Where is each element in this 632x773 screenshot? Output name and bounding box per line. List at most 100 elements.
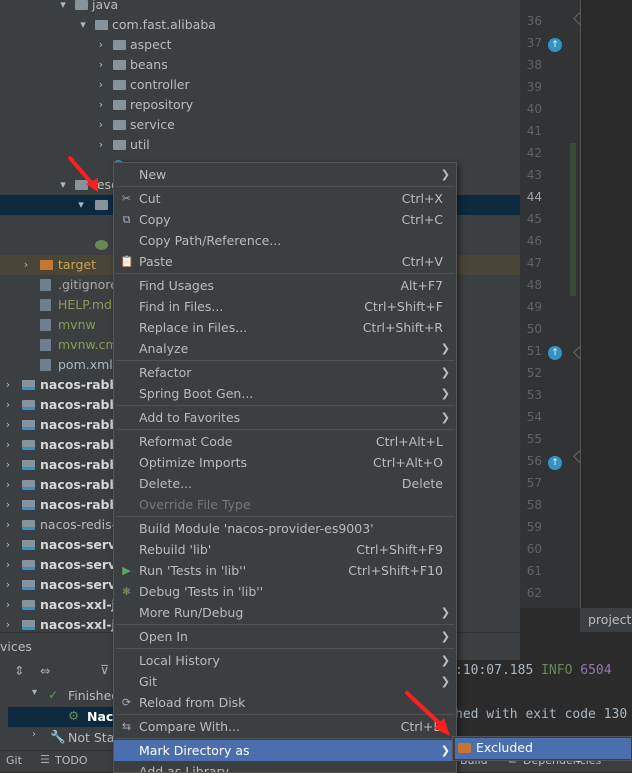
chevron-right-icon[interactable]: ›: [2, 615, 14, 632]
line-number: 38: [526, 58, 542, 72]
menu-item-add-to-favorites[interactable]: Add to Favorites ❯: [114, 407, 456, 428]
module-folder-icon: [22, 600, 35, 610]
menu-item-spring-boot-gen[interactable]: Spring Boot Gen... ❯: [114, 383, 456, 404]
chevron-right-icon: ❯: [440, 411, 450, 424]
implements-icon[interactable]: ↑: [548, 346, 562, 360]
tree-module-label: nacos-xxl-jo: [40, 597, 125, 612]
spring-icon: ⚙: [68, 708, 80, 723]
mark-directory-submenu[interactable]: Excluded: [452, 736, 632, 761]
chevron-right-icon[interactable]: ›: [2, 495, 14, 515]
change-marker[interactable]: [570, 143, 576, 296]
menu-item-find-in-files[interactable]: Find in Files... Ctrl+Shift+F: [114, 296, 456, 317]
chevron-right-icon[interactable]: ›: [2, 375, 14, 395]
line-number: 51: [526, 344, 542, 358]
chevron-down-icon[interactable]: ▾: [57, 0, 69, 15]
tree-row[interactable]: ▾ java: [0, 0, 520, 15]
menu-item-rebuild-lib[interactable]: Rebuild 'lib' Ctrl+Shift+F9: [114, 539, 456, 560]
wrench-icon: 🔧: [50, 729, 66, 744]
module-folder-icon: [22, 500, 35, 510]
chevron-right-icon[interactable]: ›: [95, 135, 107, 155]
chevron-right-icon[interactable]: ›: [95, 55, 107, 75]
line-number: 41: [526, 124, 542, 138]
menu-item-shortcut: Ctrl+Shift+F: [364, 299, 443, 314]
expand-icon[interactable]: ⇔: [40, 663, 50, 678]
project-tab[interactable]: project: [580, 608, 632, 632]
menu-item-build-module-nacos-provider-es9003[interactable]: Build Module 'nacos-provider-es9003': [114, 518, 456, 539]
menu-item-new[interactable]: New ❯: [114, 164, 456, 185]
chevron-right-icon[interactable]: ›: [95, 75, 107, 95]
menu-item-add-as-library[interactable]: Add as Library...: [114, 761, 456, 772]
menu-item-label: Add to Favorites: [139, 410, 241, 425]
chevron-right-icon[interactable]: ›: [2, 455, 14, 475]
chevron-right-icon[interactable]: ›: [2, 535, 14, 555]
menu-item-copy[interactable]: ⧉ Copy Ctrl+C: [114, 209, 456, 230]
chevron-right-icon[interactable]: ›: [2, 395, 14, 415]
menu-item-shortcut: Ctrl+C: [401, 212, 443, 227]
chevron-right-icon[interactable]: ›: [2, 415, 14, 435]
git-tab[interactable]: Git: [6, 754, 22, 767]
filter-icon[interactable]: ⊽: [100, 662, 109, 677]
finished-item[interactable]: ▾ ✓ Finished: [0, 686, 120, 706]
file-icon: [40, 319, 51, 331]
chevron-right-icon[interactable]: ›: [2, 435, 14, 455]
menu-item-open-in[interactable]: Open In ❯: [114, 626, 456, 647]
tree-row[interactable]: › beans: [0, 55, 520, 75]
menu-item-local-history[interactable]: Local History ❯: [114, 650, 456, 671]
implements-icon[interactable]: ↑: [548, 456, 562, 470]
chevron-right-icon[interactable]: ›: [2, 595, 14, 615]
collapse-icon[interactable]: ⇕: [14, 663, 24, 678]
menu-item-refactor[interactable]: Refactor ❯: [114, 362, 456, 383]
tree-row[interactable]: › service: [0, 115, 520, 135]
menu-item-mark-directory-as[interactable]: Mark Directory as ❯: [114, 740, 456, 761]
tree-row[interactable]: ▾ com.fast.alibaba: [0, 15, 520, 35]
line-number: 46: [526, 234, 542, 248]
menu-item-cut[interactable]: ✂ Cut Ctrl+X: [114, 188, 456, 209]
menu-item-find-usages[interactable]: Find Usages Alt+F7: [114, 275, 456, 296]
menu-item-run-tests-in-lib[interactable]: ▶ Run 'Tests in 'lib'' Ctrl+Shift+F10: [114, 560, 456, 581]
tree-row[interactable]: › repository: [0, 95, 520, 115]
tree-row[interactable]: › aspect: [0, 35, 520, 55]
implements-icon[interactable]: ↑: [548, 38, 562, 52]
menu-item-more-run-debug[interactable]: More Run/Debug ❯: [114, 602, 456, 623]
menu-item-debug-tests-in-lib[interactable]: ✱ Debug 'Tests in 'lib'': [114, 581, 456, 602]
menu-item-override-file-type: Override File Type: [114, 494, 456, 515]
chevron-right-icon[interactable]: ›: [95, 115, 107, 135]
tree-row[interactable]: › controller: [0, 75, 520, 95]
todo-tab[interactable]: TODO: [55, 754, 88, 767]
chevron-right-icon[interactable]: ›: [95, 95, 107, 115]
menu-item-optimize-imports[interactable]: Optimize Imports Ctrl+Alt+O: [114, 452, 456, 473]
module-folder-icon: [22, 380, 35, 390]
chevron-right-icon[interactable]: ›: [2, 555, 14, 575]
menu-item-label: Reformat Code: [139, 434, 233, 449]
menu-item-paste[interactable]: 📋 Paste Ctrl+V: [114, 251, 456, 272]
line-number: 58: [526, 498, 542, 512]
menu-separator: [116, 405, 454, 406]
menu-item-shortcut: Ctrl+X: [401, 191, 443, 206]
excluded-item[interactable]: Excluded: [455, 738, 631, 759]
editor-area[interactable]: [580, 0, 632, 608]
chevron-right-icon[interactable]: ›: [95, 35, 107, 55]
menu-item-delete[interactable]: Delete... Delete: [114, 473, 456, 494]
menu-item-git[interactable]: Git ❯: [114, 671, 456, 692]
menu-item-analyze[interactable]: Analyze ❯: [114, 338, 456, 359]
reload-icon: ⟳: [121, 696, 132, 709]
menu-item-replace-in-files[interactable]: Replace in Files... Ctrl+Shift+R: [114, 317, 456, 338]
menu-item-label: Open In: [139, 629, 188, 644]
chevron-down-icon[interactable]: ▾: [75, 195, 87, 215]
context-menu[interactable]: New ❯ ✂ Cut Ctrl+X ⧉ Copy Ctrl+C Copy Path/Refer…: [113, 162, 457, 773]
tree-row[interactable]: › util: [0, 135, 520, 155]
chevron-right-icon[interactable]: ›: [2, 515, 14, 535]
menu-item-label: Cut: [139, 191, 161, 206]
menu-item-reformat-code[interactable]: Reformat Code Ctrl+Alt+L: [114, 431, 456, 452]
chevron-right-icon[interactable]: ›: [2, 475, 14, 495]
chevron-down-icon[interactable]: ▾: [77, 15, 89, 35]
selected-service-item[interactable]: ⚙ Naco: [8, 707, 122, 727]
chevron-right-icon[interactable]: ›: [20, 255, 32, 275]
spring-icon: [95, 240, 108, 250]
chevron-right-icon[interactable]: ›: [2, 575, 14, 595]
menu-item-shortcut: Ctrl+Shift+F9: [356, 542, 443, 557]
not-started-item[interactable]: › 🔧 Not Sta: [0, 728, 120, 748]
menu-item-shortcut: Ctrl+Alt+O: [373, 455, 443, 470]
folder-icon: [113, 40, 126, 50]
menu-item-copy-path-reference[interactable]: Copy Path/Reference...: [114, 230, 456, 251]
